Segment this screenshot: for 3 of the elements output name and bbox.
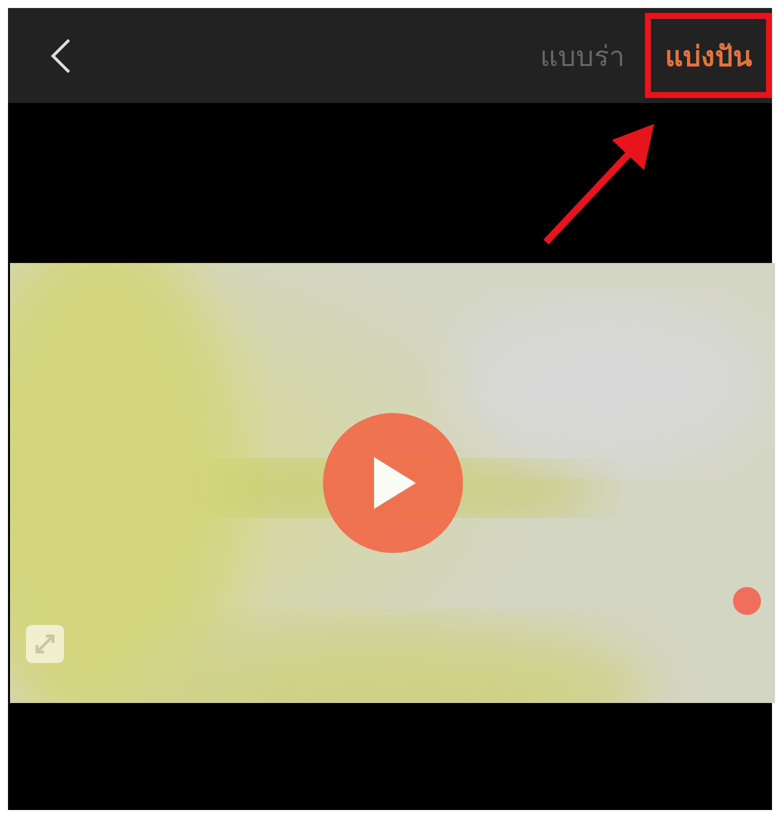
expand-icon[interactable] bbox=[26, 625, 64, 663]
drafts-tab[interactable]: แบบร่า bbox=[520, 13, 645, 98]
share-tab[interactable]: แบ่งปัน bbox=[645, 13, 772, 98]
